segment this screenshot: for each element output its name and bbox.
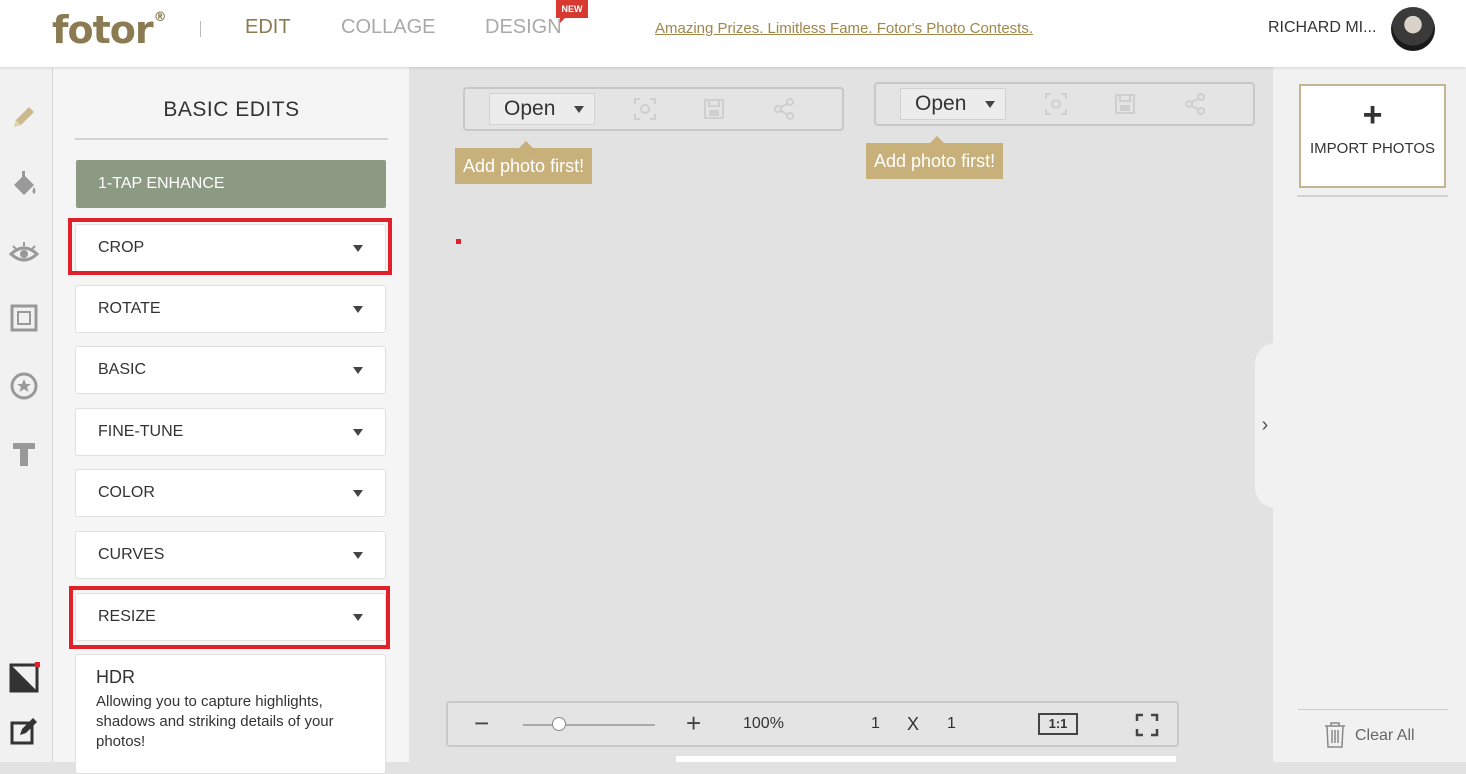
grid-cols[interactable]: 1: [871, 715, 880, 733]
user-name[interactable]: RICHARD MI...: [1268, 19, 1376, 37]
collapse-panel-toggle[interactable]: ›: [1255, 343, 1275, 508]
caret-down-icon: [353, 367, 363, 374]
left-toolbox: Open: [463, 87, 844, 131]
right-toolbox: Open: [874, 82, 1255, 126]
grid-rows[interactable]: 1: [947, 715, 956, 733]
caret-down-icon: [353, 490, 363, 497]
top-bar: fotor® EDIT COLLAGE DESIGN NEW Amazing P…: [0, 0, 1466, 67]
photos-panel: + IMPORT PHOTOS Clear All: [1273, 67, 1466, 762]
accordion-curves[interactable]: CURVES: [75, 531, 386, 579]
zoom-slider-track[interactable]: [523, 724, 655, 726]
hdr-description: Allowing you to capture highlights, shad…: [96, 693, 334, 750]
panel-title: BASIC EDITS: [163, 98, 300, 121]
save-icon[interactable]: [702, 97, 726, 121]
accordion-rotate[interactable]: ROTATE: [75, 285, 386, 333]
accordion-label: CURVES: [98, 546, 165, 563]
import-photos-label: IMPORT PHOTOS: [1309, 140, 1436, 157]
zoom-in-button[interactable]: +: [686, 708, 701, 738]
caret-down-icon: [353, 306, 363, 313]
caret-down-icon: [353, 429, 363, 436]
nav-design[interactable]: DESIGN: [485, 16, 562, 39]
accordion-label: COLOR: [98, 484, 155, 501]
share-icon[interactable]: [1183, 92, 1207, 116]
caret-down-icon: [353, 552, 363, 559]
accordion-fine-tune[interactable]: FINE-TUNE: [75, 408, 386, 456]
import-photos-button[interactable]: + IMPORT PHOTOS: [1299, 84, 1446, 188]
zoom-bar: − + 100% 1 X 1 1:1: [446, 701, 1179, 747]
highlight-crop: [68, 218, 392, 275]
star-sticker-icon[interactable]: [8, 370, 40, 402]
nav-collage[interactable]: COLLAGE: [341, 16, 435, 39]
edit-note-icon[interactable]: [8, 715, 40, 747]
basic-edits-panel: BASIC EDITS 1-TAP ENHANCE CROP ROTATE BA…: [53, 67, 409, 774]
compare-icon[interactable]: [8, 660, 42, 694]
nav-edit[interactable]: EDIT: [245, 16, 291, 39]
contest-promo-link[interactable]: Amazing Prizes. Limitless Fame. Fotor's …: [655, 20, 1033, 37]
highlight-resize: [69, 586, 390, 649]
eye-icon[interactable]: [8, 237, 40, 269]
accordion-label: FINE-TUNE: [98, 423, 184, 440]
caret-down-icon: [985, 101, 995, 108]
share-icon[interactable]: [772, 97, 796, 121]
avatar[interactable]: [1391, 7, 1435, 51]
hdr-card[interactable]: HDR Allowing you to capture highlights, …: [75, 654, 386, 774]
clear-all-label: Clear All: [1355, 727, 1415, 744]
save-icon[interactable]: [1113, 92, 1137, 116]
accordion-color[interactable]: COLOR: [75, 469, 386, 517]
nav-divider: [200, 21, 201, 37]
add-photo-tip-left: Add photo first!: [455, 141, 593, 184]
paint-bucket-icon[interactable]: [8, 169, 40, 201]
grid-x: X: [907, 714, 920, 734]
focus-icon[interactable]: [1044, 92, 1068, 116]
accordion-label: ROTATE: [98, 300, 161, 317]
bottom-strip: [676, 756, 1176, 762]
caret-down-icon: [574, 106, 584, 113]
open-dropdown[interactable]: Open: [489, 93, 595, 125]
frame-icon[interactable]: [8, 302, 40, 334]
trash-icon: [1325, 722, 1345, 748]
focus-icon[interactable]: [633, 97, 657, 121]
fullscreen-icon[interactable]: [1135, 713, 1159, 737]
hdr-title: HDR: [96, 667, 135, 687]
tool-rail: [0, 67, 53, 762]
zoom-slider-thumb[interactable]: [552, 717, 566, 731]
import-divider: [1297, 195, 1448, 197]
zoom-percent: 100%: [743, 715, 784, 732]
accordion-label: BASIC: [98, 361, 147, 378]
open-dropdown[interactable]: Open: [900, 88, 1006, 120]
new-badge: NEW: [556, 0, 588, 23]
actual-size-button[interactable]: 1:1: [1038, 713, 1078, 735]
fotor-logo[interactable]: fotor®: [52, 8, 167, 52]
plus-icon: +: [1362, 96, 1383, 134]
one-tap-enhance-button[interactable]: 1-TAP ENHANCE: [76, 160, 386, 208]
pencil-icon[interactable]: [8, 101, 40, 133]
text-icon[interactable]: [8, 438, 40, 470]
cursor-marker: [456, 239, 461, 244]
add-photo-tip-right: Add photo first!: [866, 136, 1004, 179]
zoom-out-button[interactable]: −: [474, 708, 489, 738]
panel-divider: [75, 138, 388, 140]
accordion-basic[interactable]: BASIC: [75, 346, 386, 394]
clear-divider: [1298, 709, 1448, 710]
